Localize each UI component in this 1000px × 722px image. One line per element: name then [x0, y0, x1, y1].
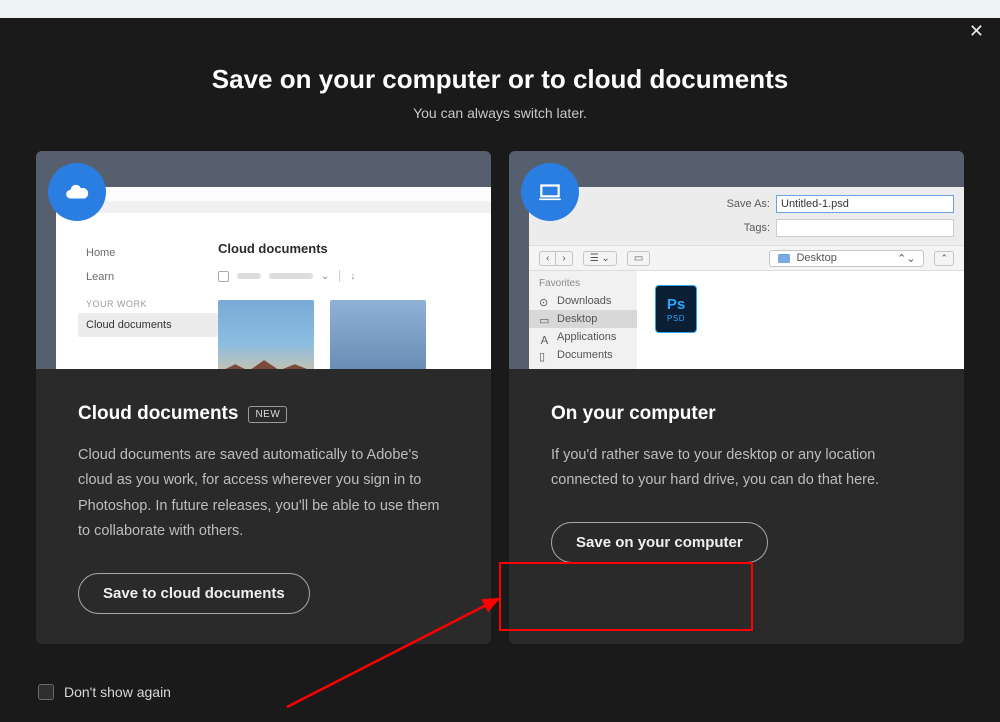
cloud-preview: Home Learn YOUR WORK Cloud documents Clo…	[36, 151, 491, 369]
cloud-documents-card: Home Learn YOUR WORK Cloud documents Clo…	[36, 151, 491, 644]
folder-icon: ▭	[627, 251, 650, 266]
apps-icon: Ａ	[539, 332, 551, 342]
dialog-subtitle: You can always switch later.	[0, 105, 1000, 121]
save-as-input	[776, 195, 954, 213]
psd-file-icon: Ps PSD	[655, 285, 697, 333]
save-to-cloud-button[interactable]: Save to cloud documents	[78, 573, 310, 614]
tags-label: Tags:	[718, 222, 770, 234]
computer-card-description: If you'd rather save to your desktop or …	[551, 443, 922, 494]
dialog-header: Save on your computer or to cloud docume…	[0, 64, 1000, 121]
preview-thumb	[330, 300, 426, 369]
close-button[interactable]: ✕	[969, 22, 984, 40]
cloud-card-title: Cloud documents	[78, 403, 238, 425]
sidebar-header: Favorites	[529, 275, 637, 292]
view-mode-icon: ☰ ⌄	[583, 251, 617, 266]
cloud-card-description: Cloud documents are saved automatically …	[78, 443, 449, 545]
dialog-footer: Don't show again	[38, 684, 171, 700]
dont-show-again-label: Don't show again	[64, 684, 171, 700]
save-as-label: Save As:	[718, 198, 770, 210]
dialog-title: Save on your computer or to cloud docume…	[0, 64, 1000, 95]
tags-input	[776, 219, 954, 237]
sidebar-item-downloads: ⊙Downloads	[529, 292, 637, 310]
dont-show-again-checkbox[interactable]	[38, 684, 54, 700]
window-titlebar	[0, 0, 1000, 18]
doc-icon: ▯	[539, 350, 551, 360]
preview-controls: ⌄↓	[218, 270, 461, 282]
computer-preview: Save As: Tags: ‹› ☰ ⌄ ▭ Desktop⌃⌄ ⌃ Favo…	[509, 151, 964, 369]
laptop-icon	[521, 163, 579, 221]
computer-card-title: On your computer	[551, 403, 716, 425]
preview-main-title: Cloud documents	[218, 241, 461, 256]
location-dropdown: Desktop⌃⌄	[769, 250, 924, 267]
download-icon: ⊙	[539, 296, 551, 306]
preview-nav-home: Home	[86, 241, 218, 265]
preview-nav-learn: Learn	[86, 265, 218, 289]
save-on-computer-button[interactable]: Save on your computer	[551, 522, 768, 563]
expand-icon: ⌃	[934, 251, 954, 266]
sidebar-item-desktop: ▭Desktop	[529, 310, 637, 328]
finder-toolbar: ‹› ☰ ⌄ ▭ Desktop⌃⌄ ⌃	[529, 245, 964, 271]
preview-nav-selected: Cloud documents	[78, 313, 218, 337]
sidebar-item-documents: ▯Documents	[529, 346, 637, 364]
preview-nav-section: YOUR WORK	[86, 289, 218, 313]
preview-thumb	[218, 300, 314, 369]
cloud-icon	[48, 163, 106, 221]
on-your-computer-card: Save As: Tags: ‹› ☰ ⌄ ▭ Desktop⌃⌄ ⌃ Favo…	[509, 151, 964, 644]
sidebar-item-applications: ＡApplications	[529, 328, 637, 346]
finder-sidebar: Favorites ⊙Downloads ▭Desktop ＡApplicati…	[529, 271, 637, 369]
new-badge: NEW	[248, 406, 287, 423]
desktop-icon: ▭	[539, 314, 551, 324]
nav-back-forward-icon: ‹›	[539, 251, 573, 266]
